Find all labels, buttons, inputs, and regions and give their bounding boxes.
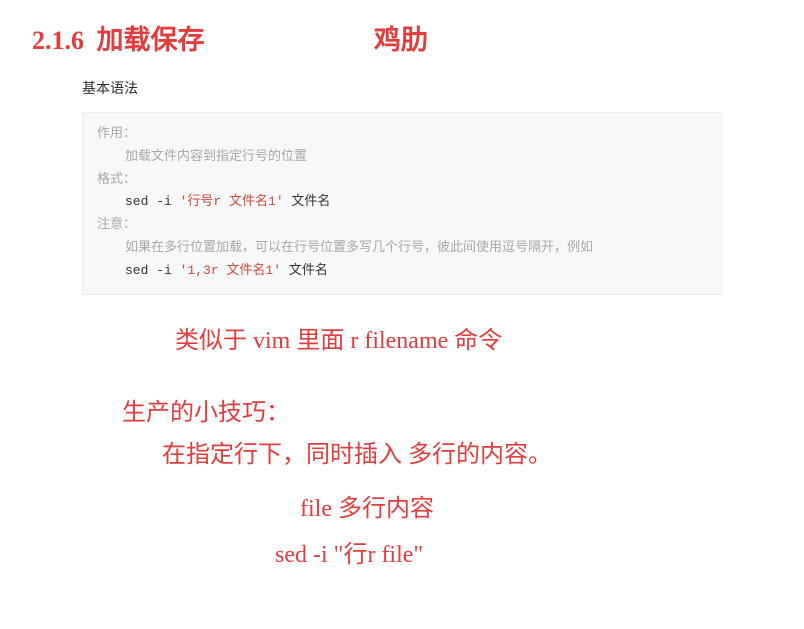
label-note: 注意： — [97, 217, 136, 232]
heading-number: 2.1.6 — [32, 26, 84, 56]
annotation-tip-desc: 在指定行下，同时插入 多行的内容。 — [162, 434, 552, 469]
annotation-file-multiline: file 多行内容 — [300, 488, 434, 523]
label-format: 格式： — [97, 172, 136, 187]
code-pre-2: sed -i — [125, 263, 180, 278]
document-body: 基本语法 作用： 加载文件内容到指定行号的位置 格式： sed -i '行号r … — [82, 78, 722, 295]
subheading: 基本语法 — [82, 78, 722, 98]
code-string-2: '1,3r 文件名1' — [180, 263, 281, 278]
heading-annotation: 鸡肋 — [374, 18, 428, 57]
section-heading: 2.1.6 加载保存 鸡肋 — [32, 18, 784, 57]
annotation-similar-vim: 类似于 vim 里面 r filename 命令 — [175, 320, 502, 355]
code-pre: sed -i — [125, 194, 180, 209]
desc-note: 如果在多行位置加载，可以在行号位置多写几个行号，彼此间使用逗号隔开，例如 — [97, 237, 593, 260]
code-string: '行号r 文件名1' — [180, 194, 284, 209]
code-block: 作用： 加载文件内容到指定行号的位置 格式： sed -i '行号r 文件名1'… — [82, 112, 722, 295]
desc-purpose: 加载文件内容到指定行号的位置 — [97, 146, 307, 169]
annotation-tip-heading: 生产的小技巧： — [122, 392, 290, 427]
code-format-line: sed -i '行号r 文件名1' 文件名 — [97, 191, 707, 214]
heading-title: 加载保存 — [96, 18, 204, 57]
code-note-line: sed -i '1,3r 文件名1' 文件名 — [97, 260, 707, 283]
code-post: 文件名 — [284, 194, 331, 209]
annotation-sed-command: sed -i "行r file" — [275, 534, 423, 569]
label-purpose: 作用： — [97, 126, 136, 141]
code-post-2: 文件名 — [281, 263, 328, 278]
